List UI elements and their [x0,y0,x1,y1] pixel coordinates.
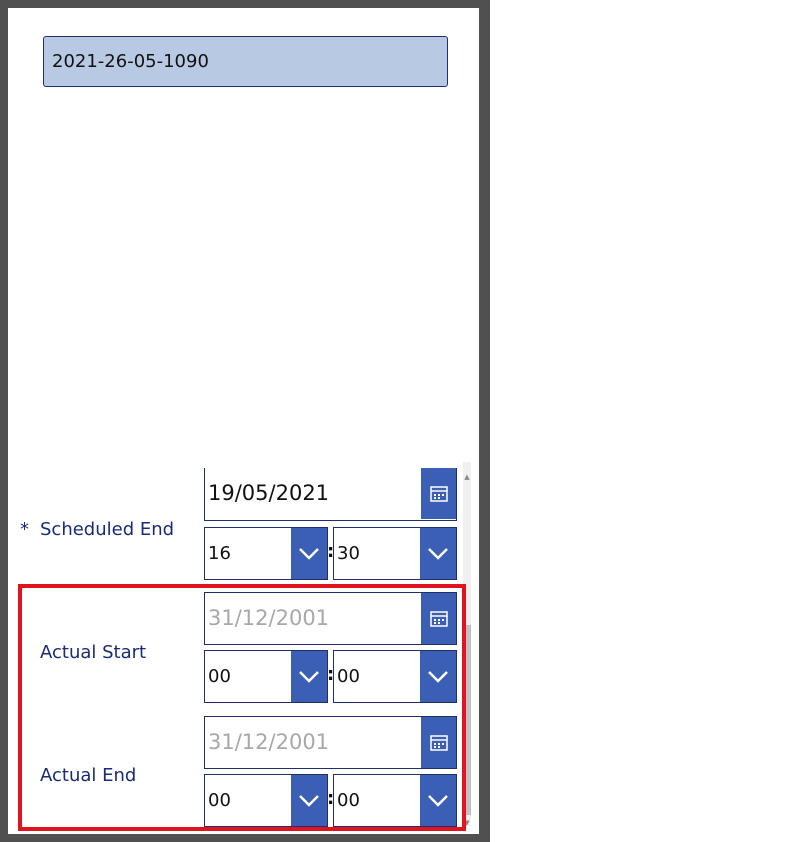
scheduled-end-hour-dropdown[interactable]: 16 [204,527,328,580]
actual-end-date-placeholder: 31/12/2001 [208,730,330,754]
scheduled-end-date-picker[interactable]: 19/05/2021 [204,468,457,521]
actual-start-date-placeholder: 31/12/2001 [208,606,330,630]
chevron-down-icon[interactable] [420,651,456,702]
actual-start-minute-value: 00 [337,666,360,687]
record-id-field[interactable]: 2021-26-05-1090 [43,36,448,87]
scheduled-end-date-value: 19/05/2021 [208,481,330,505]
chevron-down-icon[interactable] [420,775,456,826]
scroll-up-arrow-icon[interactable]: ▲ [463,470,471,484]
actual-end-date-picker[interactable]: 31/12/2001 [204,716,457,769]
actual-start-hour-dropdown[interactable]: 00 [204,650,328,703]
chevron-down-icon[interactable] [291,651,327,702]
scroll-down-arrow-icon[interactable]: ▼ [463,816,471,830]
required-marker: * [20,519,29,540]
actual-start-label: Actual Start [40,642,147,663]
calendar-icon[interactable] [421,593,456,644]
calendar-icon[interactable] [421,468,456,519]
actual-end-hour-value: 00 [208,790,231,811]
actual-end-label: Actual End [40,765,137,786]
actual-end-hour-dropdown[interactable]: 00 [204,774,328,827]
scheduled-end-minute-value: 30 [337,543,360,564]
chevron-down-icon[interactable] [291,775,327,826]
chevron-down-icon[interactable] [291,528,327,579]
scheduled-end-hour-value: 16 [208,543,231,564]
actual-start-date-picker[interactable]: 31/12/2001 [204,592,457,645]
actual-end-minute-dropdown[interactable]: 00 [333,774,457,827]
chevron-down-icon[interactable] [420,528,456,579]
calendar-icon[interactable] [421,717,456,768]
actual-end-minute-value: 00 [337,790,360,811]
scheduled-end-minute-dropdown[interactable]: 30 [333,527,457,580]
actual-start-minute-dropdown[interactable]: 00 [333,650,457,703]
scheduled-end-label: Scheduled End [40,519,175,540]
scrollbar-thumb[interactable] [463,625,471,815]
form-panel: 2021-26-05-1090 [8,8,479,834]
actual-start-hour-value: 00 [208,666,231,687]
